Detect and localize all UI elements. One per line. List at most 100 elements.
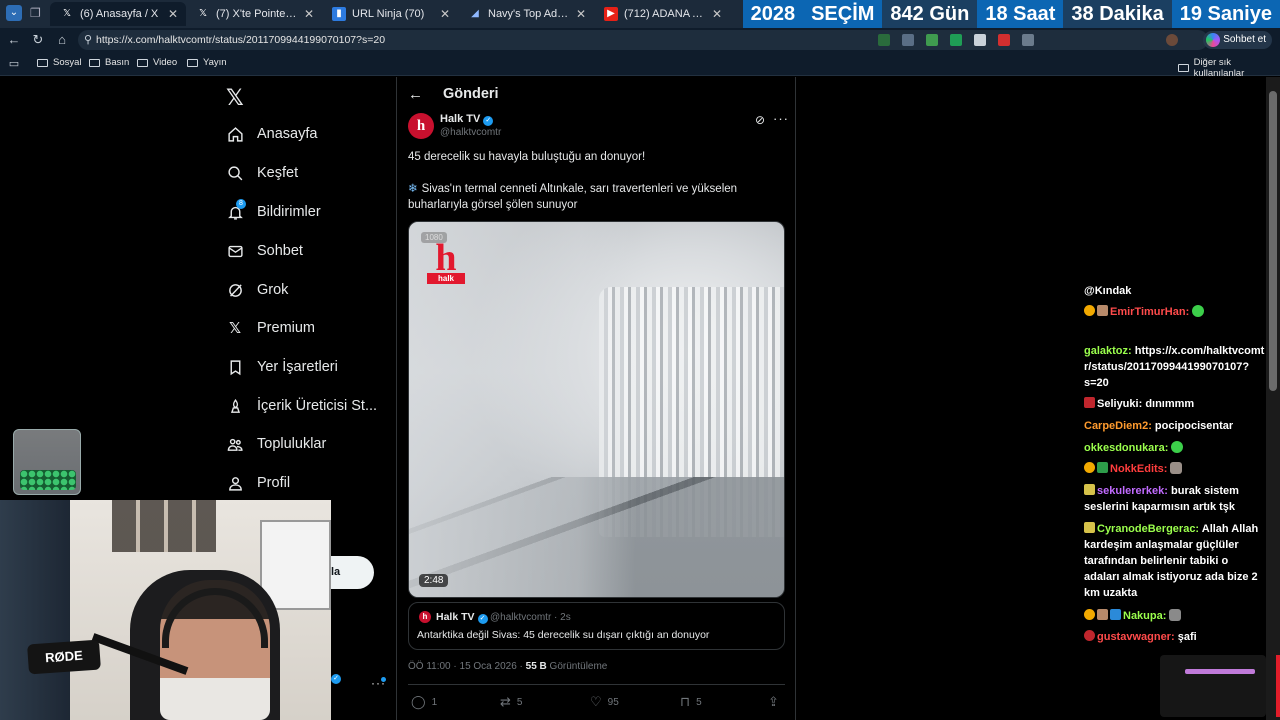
extension-icon[interactable] <box>926 34 938 46</box>
video-player[interactable]: h halk 1080 2:48 <box>408 221 785 598</box>
x-logo-icon[interactable]: 𝕏 <box>226 85 244 111</box>
folder-icon <box>137 58 148 67</box>
back-icon[interactable]: ← <box>6 32 22 48</box>
bookmarks-menu-icon[interactable]: ▭ <box>6 56 22 72</box>
tab-youtube[interactable]: ▶ (712) ADANA ATOMU VE Sİ ✕ <box>594 2 730 26</box>
share-button[interactable]: ⇪ <box>768 694 785 710</box>
extension-icon[interactable] <box>1022 34 1034 46</box>
bookmark-button[interactable]: ⊓ 5 <box>680 694 702 710</box>
badge-icon <box>1097 462 1108 473</box>
profile-avatar-icon[interactable] <box>1166 34 1178 46</box>
page-scrollbar[interactable] <box>1266 77 1280 720</box>
grok-explain-icon[interactable]: ⊘ <box>755 113 765 127</box>
author-name[interactable]: Halk TV ✓ <box>440 113 494 126</box>
copilot-label: Sohbet et <box>1223 34 1266 45</box>
extension-icon[interactable] <box>902 34 914 46</box>
address-bar[interactable]: ⚲ https://x.com/halktvcomtr/status/20117… <box>78 30 1208 50</box>
close-tab-icon[interactable]: ✕ <box>712 7 722 21</box>
avatar[interactable]: h <box>408 113 434 139</box>
quote-author: Halk TV ✓ <box>436 611 488 624</box>
post-meta: ÖÖ 11:00 · 15 Oca 2026 · 55 B Görüntülem… <box>408 661 607 672</box>
view-label: Görüntüleme <box>546 661 608 672</box>
author-handle[interactable]: @halktvcomtr <box>440 127 501 138</box>
nav-creator-studio[interactable]: İçerik Üreticisi St... <box>226 391 377 421</box>
post-header: ← Gönderi <box>408 84 499 104</box>
extension-icon[interactable] <box>878 34 890 46</box>
chat-text[interactable]: r/status/2011709944199070107? <box>1084 359 1264 375</box>
heart-icon: ♡ <box>590 694 602 709</box>
chat-username: EmirTimurHan: <box>1110 306 1190 318</box>
countdown-year: 2028 <box>742 0 804 28</box>
verified-badge-icon: ✓ <box>483 116 494 126</box>
bookmark-folder-video[interactable]: Video <box>137 57 177 68</box>
close-tab-icon[interactable]: ✕ <box>440 7 450 21</box>
nav-explore[interactable]: Keşfet <box>226 158 298 188</box>
extension-icon[interactable] <box>950 34 962 46</box>
tab-actions-menu-icon[interactable]: ⌄ <box>6 5 22 21</box>
nav-profile[interactable]: Profil <box>226 468 290 498</box>
bookmark-folder-sosyal[interactable]: Sosyal <box>37 57 82 68</box>
extension-icon[interactable] <box>998 34 1010 46</box>
repost-button[interactable]: ⇄ 5 <box>500 694 522 710</box>
url-text[interactable]: https://x.com/halktvcomtr/status/2011709… <box>96 34 385 46</box>
chat-text: şafi <box>1177 631 1197 643</box>
tab-pointer[interactable]: 𝕏 (7) X'te Pointer: "#ÖZELHAB ✕ <box>186 2 322 26</box>
countdown-hours: 18 Saat <box>977 0 1064 28</box>
like-button[interactable]: ♡ 95 <box>590 694 619 710</box>
chat-username: galaktoz: <box>1084 345 1132 357</box>
repost-count: 5 <box>516 696 523 708</box>
reply-button[interactable]: ◯ 1 <box>411 694 437 710</box>
nav-premium[interactable]: 𝕏 Premium <box>226 313 315 343</box>
badge-icon <box>1084 397 1095 408</box>
post-button[interactable]: la <box>331 556 374 589</box>
more-options-icon[interactable]: ··· <box>773 111 789 126</box>
back-arrow-icon[interactable]: ← <box>408 86 423 103</box>
scrollbar-thumb[interactable] <box>1269 91 1277 391</box>
site-info-icon[interactable]: ⚲ <box>84 33 92 46</box>
countdown-label: SEÇİM <box>803 0 883 28</box>
nav-home[interactable]: Anasayfa <box>226 119 317 149</box>
wall-frames <box>112 500 216 552</box>
halk-logo-word: halk <box>427 273 465 284</box>
close-tab-icon[interactable]: ✕ <box>576 7 586 21</box>
tab-url-ninja[interactable]: ▮ URL Ninja (70) ✕ <box>322 2 458 26</box>
webcam-overlay: RØDE <box>0 500 331 720</box>
page-title: Gönderi <box>443 86 499 102</box>
bookmark-folder-basin[interactable]: Basın <box>89 57 129 68</box>
grok-icon <box>226 281 244 299</box>
bookmark-folder-yayin[interactable]: Yayın <box>187 57 227 68</box>
countdown-seconds: 19 Saniye <box>1171 0 1280 28</box>
nav-communities[interactable]: Topluluklar <box>226 429 326 459</box>
emote-icon <box>1169 609 1182 621</box>
chat-text[interactable]: https://x.com/halktvcomt <box>1135 345 1265 357</box>
mail-icon <box>226 242 244 260</box>
close-tab-icon[interactable]: ✕ <box>304 7 314 21</box>
reload-icon[interactable]: ↻ <box>30 32 46 48</box>
chat-text[interactable]: s=20 <box>1084 375 1264 391</box>
nav-label: Bildirimler <box>257 204 321 220</box>
post-timestamp[interactable]: ÖÖ 11:00 · 15 Oca 2026 · <box>408 661 526 672</box>
nav-bookmarks[interactable]: Yer İşaretleri <box>226 352 338 382</box>
nav-grok[interactable]: Grok <box>226 275 288 305</box>
post-text-line: 45 derecelik su havayla buluştuğu an don… <box>408 151 646 163</box>
other-bookmarks[interactable]: Diğer sık kullanılanlar <box>1178 57 1280 79</box>
chat-text: pocipocisentar <box>1154 420 1234 432</box>
quoted-post[interactable]: h Halk TV ✓ @halktvcomtr · 2s Antarktika … <box>408 602 785 650</box>
chat-text: kardeşim anlaşmalar güçlüler <box>1084 539 1239 551</box>
workspaces-icon[interactable]: ❐ <box>30 6 41 20</box>
tab-navy[interactable]: ◢ Navy's Top Admiral Concer ✕ <box>458 2 594 26</box>
extension-icon[interactable] <box>974 34 986 46</box>
copilot-chat-button[interactable]: Sohbet et <box>1203 31 1272 49</box>
sub-badge-icon <box>1084 609 1095 620</box>
author-name-text[interactable]: Halk TV <box>440 113 480 125</box>
home-icon[interactable]: ⌂ <box>54 32 70 48</box>
browser-tab-bar: ⌄ ❐ 𝕏 (6) Anasayfa / X ✕ 𝕏 (7) X'te Poin… <box>0 0 1280 28</box>
nav-messages[interactable]: Sohbet <box>226 236 303 266</box>
chat-text: tarafından belirlenir tabiki o <box>1084 555 1229 567</box>
video-frame-mist <box>409 222 784 597</box>
copilot-icon <box>1206 33 1221 47</box>
bookmark-label: Video <box>153 57 178 68</box>
chat-text: adaları almak istiyoruz ada bize 2 <box>1084 571 1258 583</box>
close-tab-icon[interactable]: ✕ <box>168 7 178 21</box>
tab-anasayfa[interactable]: 𝕏 (6) Anasayfa / X ✕ <box>50 2 186 26</box>
